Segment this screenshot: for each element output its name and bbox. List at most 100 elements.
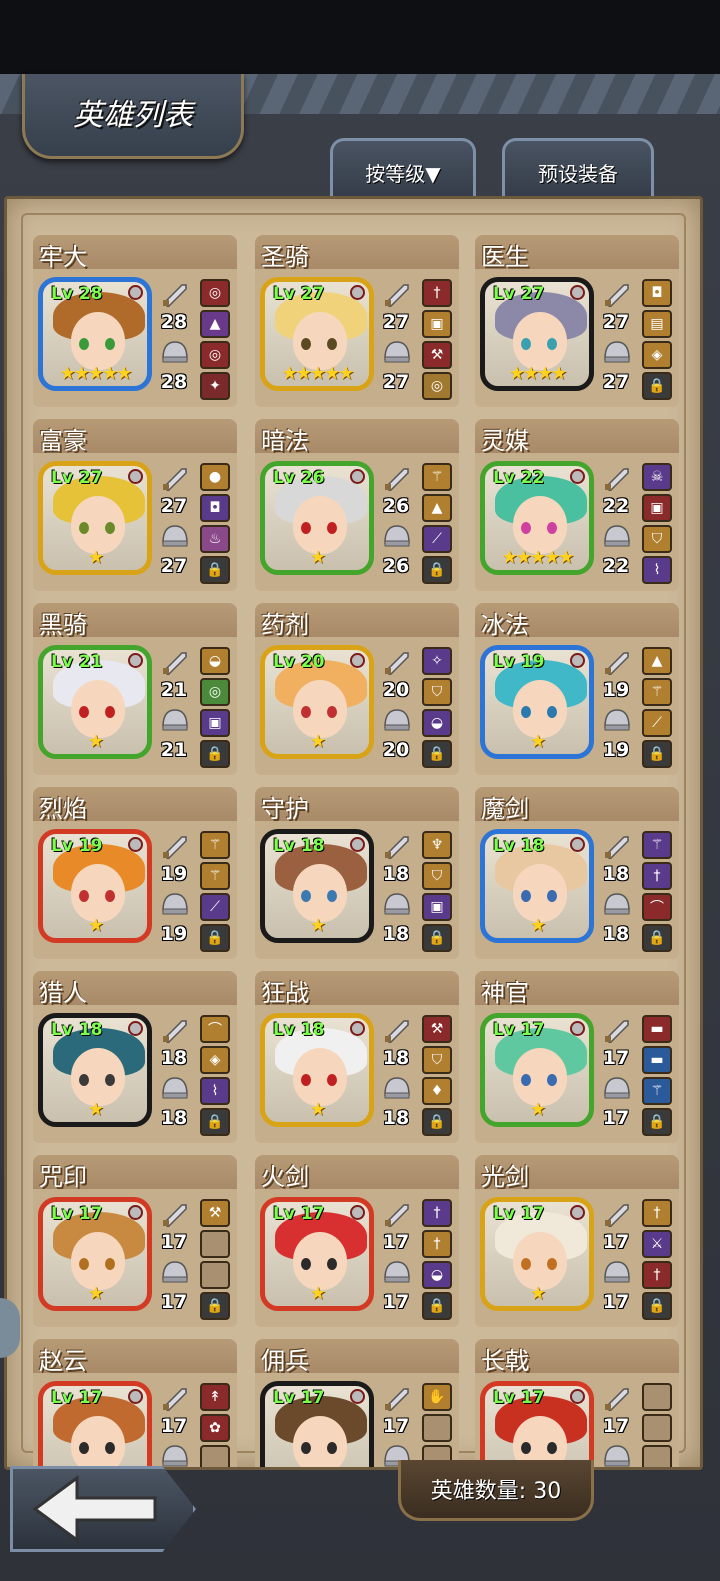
helmet-slot-icon[interactable]: ◒: [200, 647, 230, 675]
sort-by-level-button[interactable]: 按等级▼: [330, 138, 476, 203]
lock-slot-icon[interactable]: 🔒: [200, 1108, 230, 1136]
hero-portrait[interactable]: Lv 21 ★: [38, 645, 152, 759]
shield-slot-icon[interactable]: ⛉: [642, 525, 672, 553]
hero-portrait[interactable]: Lv 18 ★: [260, 1013, 374, 1127]
hero-card[interactable]: 烈焰 Lv 19 ★ 19 19 ⚚ ⚚ ⟋ 🔒: [33, 787, 237, 959]
glove-slot-icon[interactable]: ✋: [422, 1383, 452, 1411]
wand-slot-icon[interactable]: ⟋: [642, 709, 672, 737]
hero-card[interactable]: 药剂 Lv 20 ★ 20 20 ✧ ⛉ ◒ 🔒: [255, 603, 459, 775]
potion-slot-icon[interactable]: ♨: [200, 525, 230, 553]
hero-card[interactable]: 长戟 Lv 17 17: [475, 1339, 679, 1467]
hero-card[interactable]: 佣兵 Lv 17 17 ✋: [255, 1339, 459, 1467]
staff-slot-icon[interactable]: ⚚: [422, 463, 452, 491]
armor-slot-icon[interactable]: ▣: [422, 310, 452, 338]
staff-slot-icon[interactable]: ⚚: [642, 1077, 672, 1105]
sword-slot-icon[interactable]: †: [642, 1199, 672, 1227]
dagger-slot-icon[interactable]: ⚔: [642, 1230, 672, 1258]
axe-slot-icon[interactable]: ⚒: [422, 341, 452, 369]
hero-portrait[interactable]: Lv 18 ★: [38, 1013, 152, 1127]
hat-slot-icon[interactable]: ▲: [642, 647, 672, 675]
bow-slot-icon[interactable]: ⌒: [642, 893, 672, 921]
lamp-slot-icon[interactable]: ✧: [422, 647, 452, 675]
empty-slot[interactable]: [200, 1445, 230, 1467]
whip-slot-icon[interactable]: ⌇: [642, 556, 672, 584]
hero-list-panel[interactable]: 牢大 Lv 28 ★★★★★ 28 28 ◎ ▲ ◎ ✦ 圣骑 Lv 27 ★★…: [4, 196, 703, 1470]
mask-slot-icon[interactable]: ☠: [642, 463, 672, 491]
claw-slot-icon[interactable]: ✦: [200, 372, 230, 400]
hero-card[interactable]: 富豪 Lv 27 ★ 27 27 ● ◘ ♨ 🔒: [33, 419, 237, 591]
hero-portrait[interactable]: Lv 22 ★★★★★: [480, 461, 594, 575]
hero-card[interactable]: 魔剑 Lv 18 ★ 18 18 ⚚ † ⌒ 🔒: [475, 787, 679, 959]
bag-slot-icon[interactable]: ◘: [642, 279, 672, 307]
hero-portrait[interactable]: Lv 26 ★: [260, 461, 374, 575]
whip-slot-icon[interactable]: ⌇: [200, 1077, 230, 1105]
hero-card[interactable]: 火剑 Lv 17 ★ 17 17 † † ◒ 🔒: [255, 1155, 459, 1327]
ring-slot-icon[interactable]: ◎: [200, 279, 230, 307]
lock-slot-icon[interactable]: 🔒: [200, 740, 230, 768]
hero-card[interactable]: 神官 Lv 17 ★ 17 17 ▬ ▬ ⚚ 🔒: [475, 971, 679, 1143]
hero-portrait[interactable]: Lv 27 ★: [38, 461, 152, 575]
hero-card[interactable]: 咒印 Lv 17 ★ 17 17 ⚒ 🔒: [33, 1155, 237, 1327]
lock-slot-icon[interactable]: 🔒: [422, 556, 452, 584]
empty-slot[interactable]: [642, 1414, 672, 1442]
horn-slot-icon[interactable]: ♆: [422, 831, 452, 859]
staff-slot-icon[interactable]: ⚚: [642, 831, 672, 859]
bow-slot-icon[interactable]: ⌒: [200, 1015, 230, 1043]
hero-card[interactable]: 黑骑 Lv 21 ★ 21 21 ◒ ◎ ▣ 🔒: [33, 603, 237, 775]
amulet-slot-icon[interactable]: ◈: [200, 1046, 230, 1074]
axe-slot-icon[interactable]: ⚒: [422, 1015, 452, 1043]
lock-slot-icon[interactable]: 🔒: [642, 740, 672, 768]
wand-slot-icon[interactable]: ⟋: [422, 525, 452, 553]
preset-equipment-button[interactable]: 预设装备: [502, 138, 654, 203]
coin-slot-icon[interactable]: ●: [200, 463, 230, 491]
bag-slot-icon[interactable]: ◘: [200, 494, 230, 522]
sword-slot-icon[interactable]: †: [422, 1199, 452, 1227]
ring-slot-icon[interactable]: ◎: [200, 678, 230, 706]
sword-slot-icon[interactable]: †: [642, 862, 672, 890]
lock-slot-icon[interactable]: 🔒: [422, 740, 452, 768]
lock-slot-icon[interactable]: 🔒: [642, 1108, 672, 1136]
empty-slot[interactable]: [642, 1445, 672, 1467]
sword-slot-icon[interactable]: †: [422, 1230, 452, 1258]
empty-slot[interactable]: [422, 1414, 452, 1442]
hero-portrait[interactable]: Lv 17: [38, 1381, 152, 1467]
belt-slot-icon[interactable]: ▬: [642, 1015, 672, 1043]
lock-slot-icon[interactable]: 🔒: [642, 1292, 672, 1320]
hero-portrait[interactable]: Lv 17 ★: [480, 1197, 594, 1311]
hero-card[interactable]: 狂战 Lv 18 ★ 18 18 ⚒ ⛉ ♦ 🔒: [255, 971, 459, 1143]
hero-portrait[interactable]: Lv 17: [480, 1381, 594, 1467]
armor-slot-icon[interactable]: ▣: [200, 709, 230, 737]
torch-slot-icon[interactable]: ♦: [422, 1077, 452, 1105]
hero-card[interactable]: 冰法 Lv 19 ★ 19 19 ▲ ⚚ ⟋ 🔒: [475, 603, 679, 775]
ring-slot-icon[interactable]: ◎: [422, 372, 452, 400]
lock-slot-icon[interactable]: 🔒: [422, 1108, 452, 1136]
hat-slot-icon[interactable]: ▲: [200, 310, 230, 338]
hero-card[interactable]: 赵云 Lv 17 17 ↟ ✿: [33, 1339, 237, 1467]
armor-slot-icon[interactable]: ▣: [642, 494, 672, 522]
hero-portrait[interactable]: Lv 18 ★: [480, 829, 594, 943]
shield-slot-icon[interactable]: ⛉: [422, 862, 452, 890]
hat-slot-icon[interactable]: ▲: [422, 494, 452, 522]
lock-slot-icon[interactable]: 🔒: [200, 1292, 230, 1320]
hero-portrait[interactable]: Lv 28 ★★★★★: [38, 277, 152, 391]
sword-slot-icon[interactable]: †: [422, 279, 452, 307]
hero-portrait[interactable]: Lv 19 ★: [38, 829, 152, 943]
hero-portrait[interactable]: Lv 17 ★: [480, 1013, 594, 1127]
empty-slot[interactable]: [200, 1261, 230, 1289]
hero-card[interactable]: 暗法 Lv 26 ★ 26 26 ⚚ ▲ ⟋ 🔒: [255, 419, 459, 591]
armor-slot-icon[interactable]: ▣: [422, 893, 452, 921]
amulet-slot-icon[interactable]: ◈: [642, 341, 672, 369]
hero-card[interactable]: 圣骑 Lv 27 ★★★★★ 27 27 † ▣ ⚒ ◎: [255, 235, 459, 407]
hero-portrait[interactable]: Lv 19 ★: [480, 645, 594, 759]
staff-slot-icon[interactable]: ⚚: [200, 862, 230, 890]
hero-card[interactable]: 医生 Lv 27 ★★★★ 27 27 ◘ ▤ ◈ 🔒: [475, 235, 679, 407]
hero-card[interactable]: 光剑 Lv 17 ★ 17 17 † ⚔ † 🔒: [475, 1155, 679, 1327]
hero-portrait[interactable]: Lv 17 ★: [260, 1197, 374, 1311]
ring-slot-icon[interactable]: ◎: [200, 341, 230, 369]
hero-portrait[interactable]: Lv 18 ★: [260, 829, 374, 943]
wand-slot-icon[interactable]: ⟋: [200, 893, 230, 921]
hero-card[interactable]: 牢大 Lv 28 ★★★★★ 28 28 ◎ ▲ ◎ ✦: [33, 235, 237, 407]
hero-portrait[interactable]: Lv 17: [260, 1381, 374, 1467]
hero-card[interactable]: 灵媒 Lv 22 ★★★★★ 22 22 ☠ ▣ ⛉ ⌇: [475, 419, 679, 591]
hero-card[interactable]: 猎人 Lv 18 ★ 18 18 ⌒ ◈ ⌇ 🔒: [33, 971, 237, 1143]
